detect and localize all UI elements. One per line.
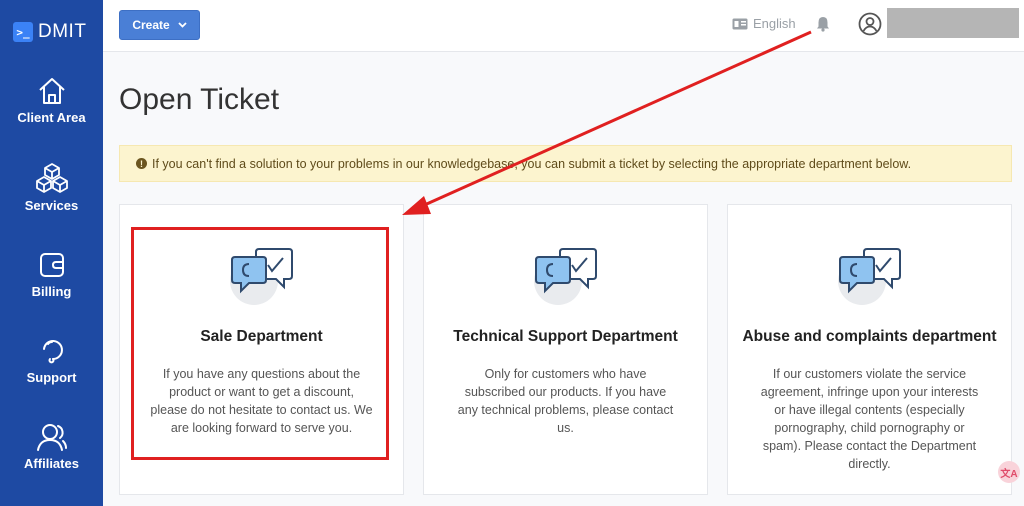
wallet-icon [39, 253, 64, 277]
bell-icon [817, 17, 829, 32]
sidebar-item-label: Support [26, 370, 77, 385]
sidebar-item-label: Client Area [17, 110, 86, 125]
page-title: Open Ticket [119, 83, 280, 116]
cubes-icon [35, 163, 68, 193]
card-title: Technical Support Department [453, 328, 678, 345]
users-icon [36, 424, 67, 451]
card-title: Abuse and complaints department [742, 328, 997, 345]
sidebar-item-client-area[interactable]: Client Area [0, 76, 103, 125]
exclamation-circle-icon: ! [136, 158, 147, 169]
sidebar-item-label: Billing [31, 284, 72, 299]
create-button-label: Create [132, 18, 170, 32]
chat-bubbles-icon [534, 248, 597, 305]
sidebar: >_ DMIT Client Area Services Billing Sup… [0, 0, 103, 506]
sidebar-item-billing[interactable]: Billing [0, 250, 103, 299]
alert-text: If you can't find a solution to your pro… [152, 156, 912, 171]
card-description: Only for customers who have subscribed o… [457, 367, 674, 435]
language-icon [732, 18, 748, 29]
department-card-abuse[interactable]: Abuse and complaints department If our c… [727, 204, 1012, 495]
terminal-icon: >_ [13, 22, 33, 42]
info-alert: ! If you can't find a solution to your p… [119, 145, 1012, 182]
home-icon [38, 78, 65, 104]
topbar: Create English [103, 0, 1024, 52]
notifications-button[interactable] [816, 16, 830, 37]
chat-bubbles-icon [838, 248, 901, 305]
annotation-highlight-box [131, 227, 389, 460]
language-selector[interactable]: English [732, 16, 796, 31]
language-label: English [753, 16, 796, 31]
department-card-technical-support[interactable]: Technical Support Department Only for cu… [423, 204, 708, 495]
sidebar-item-services[interactable]: Services [0, 162, 103, 213]
card-description: If our customers violate the service agr… [760, 367, 979, 471]
user-avatar-icon [858, 12, 882, 36]
sidebar-item-support[interactable]: Support [0, 336, 103, 385]
sidebar-item-label: Affiliates [24, 456, 79, 471]
sidebar-item-affiliates[interactable]: Affiliates [0, 422, 103, 471]
user-menu-button[interactable] [858, 12, 882, 41]
translate-icon[interactable]: 文A [998, 461, 1020, 483]
user-name-redacted[interactable] [887, 8, 1019, 38]
brand-name: DMIT [38, 21, 87, 42]
support-icon [42, 340, 63, 364]
chevron-down-icon [178, 22, 187, 28]
sidebar-item-label: Services [24, 198, 79, 213]
brand-logo[interactable]: >_ DMIT [13, 20, 86, 44]
create-button[interactable]: Create [119, 10, 200, 40]
